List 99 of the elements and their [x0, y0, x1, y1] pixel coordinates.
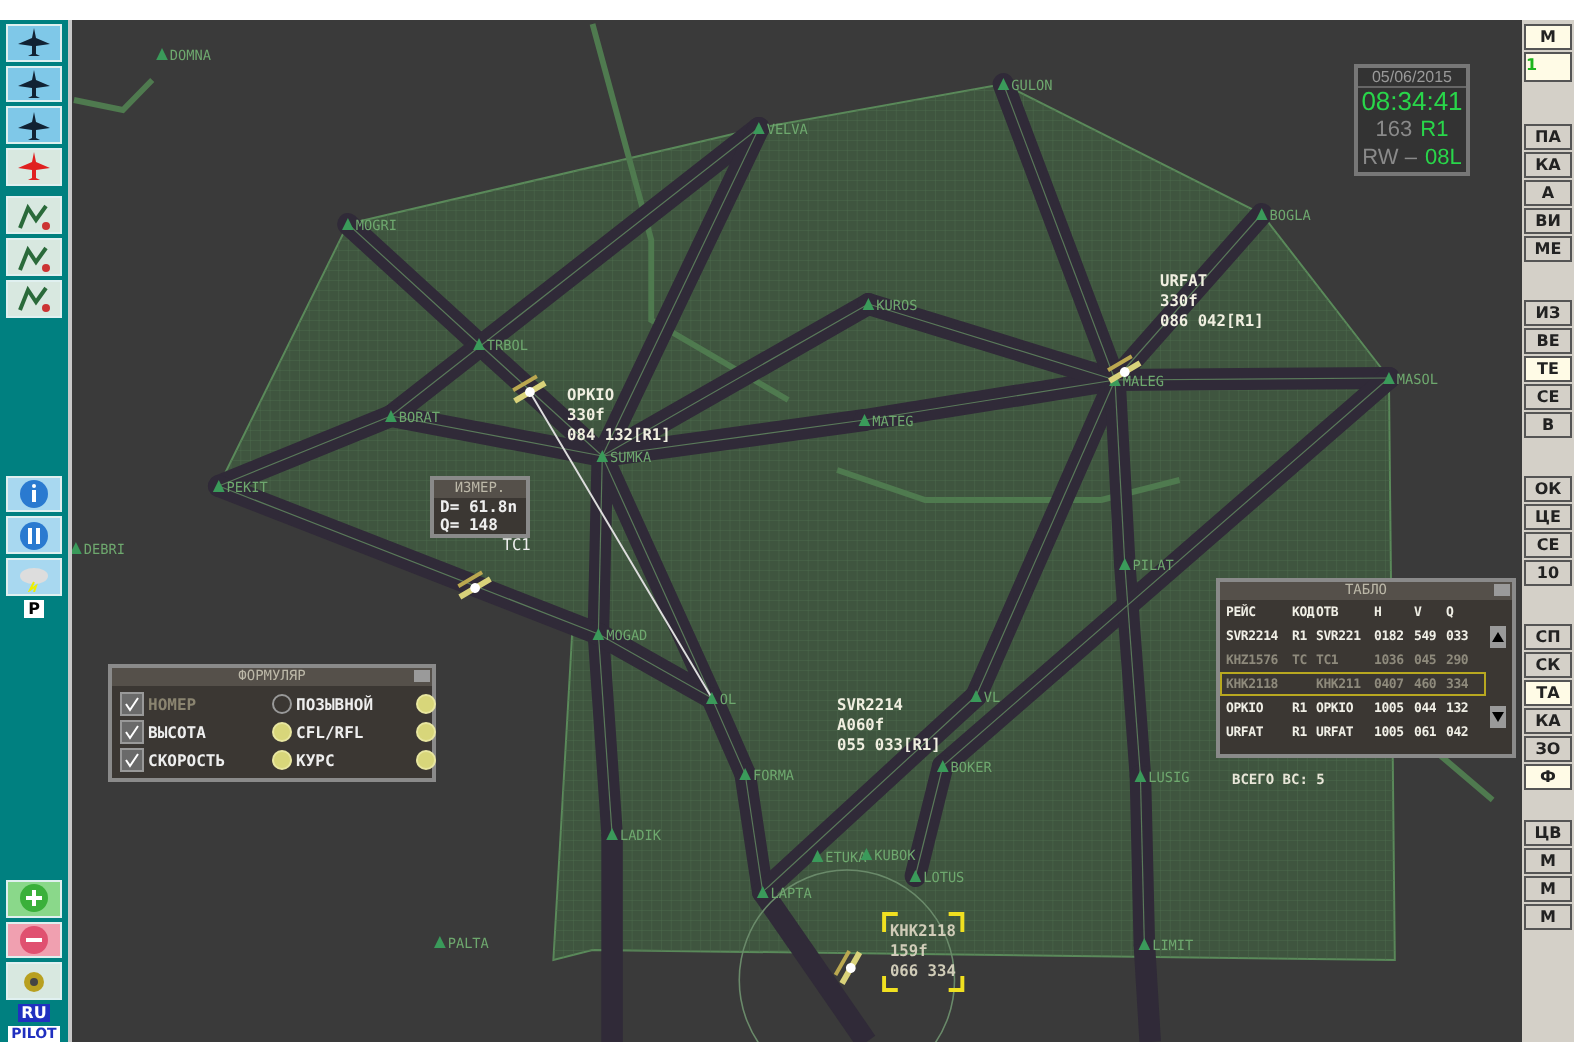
waypoint-icon: [434, 936, 446, 948]
chart-tool-icon[interactable]: [6, 279, 62, 318]
waypoint-icon: [752, 122, 765, 134]
date-text: 05/06/2015: [1358, 68, 1466, 88]
side-button[interactable]: СП: [1524, 624, 1572, 650]
waypoint-icon: [385, 410, 397, 422]
route-value: R1: [1420, 116, 1449, 144]
runway-value: 08L: [1424, 144, 1462, 172]
side-button[interactable]: СК: [1524, 652, 1572, 678]
flight-label[interactable]: 084 132[R1]: [567, 425, 671, 445]
waypoint-icon: [858, 414, 871, 426]
language-label[interactable]: RU: [17, 1003, 51, 1022]
checkbox[interactable]: [120, 748, 144, 772]
option-label: CFL/RFL: [296, 723, 366, 741]
flight-label[interactable]: 066 334: [889, 961, 956, 981]
side-button[interactable]: ВЕ: [1524, 328, 1572, 354]
zoom-out-icon[interactable]: [6, 921, 62, 959]
flight-label[interactable]: 086 042[R1]: [1160, 311, 1264, 331]
flight-label[interactable]: 055 033[R1]: [837, 735, 941, 755]
waypoint-icon: [156, 48, 168, 60]
waypoint-icon: [1383, 372, 1395, 384]
side-button[interactable]: ТА: [1524, 680, 1572, 706]
flight-label[interactable]: OPKIO: [567, 385, 615, 405]
distance-value: D= 61.8n: [440, 498, 520, 516]
flight-label[interactable]: A060f: [837, 715, 885, 735]
flight-label[interactable]: URFAT: [1160, 271, 1208, 291]
waypoint-icon: [936, 760, 949, 772]
side-button[interactable]: М: [1524, 848, 1572, 874]
level-value: 1: [1524, 52, 1572, 82]
runway-label: RW –: [1362, 144, 1417, 172]
side-button[interactable]: А: [1524, 180, 1572, 206]
side-button[interactable]: М: [1524, 24, 1572, 50]
side-button[interactable]: МЕ: [1524, 236, 1572, 262]
side-button[interactable]: 10: [1524, 560, 1572, 586]
side-button[interactable]: ЦЕ: [1524, 504, 1572, 530]
waypoint-icon: [1255, 208, 1268, 220]
waypoint-icon: [862, 298, 875, 310]
side-button[interactable]: КА: [1524, 152, 1572, 178]
aircraft-tool-icon[interactable]: [6, 106, 62, 145]
flight-label[interactable]: 330f: [567, 405, 605, 425]
waypoint-icon: [592, 628, 605, 640]
flight-label[interactable]: SVR2214: [837, 695, 904, 715]
waypoint-icon: [596, 450, 609, 462]
flight-label[interactable]: 159f: [889, 941, 928, 961]
side-button[interactable]: Ф: [1524, 764, 1572, 790]
aircraft-icon[interactable]: [512, 374, 547, 404]
side-button[interactable]: ЦВ: [1524, 820, 1572, 846]
option-label: ВЫСОТА: [148, 723, 208, 741]
option-label: КУРС: [296, 751, 337, 769]
option-label: СКОРОСТЬ: [148, 751, 228, 769]
aircraft-icon[interactable]: [833, 949, 863, 986]
side-button[interactable]: ВИ: [1524, 208, 1572, 234]
waypoint-icon: [909, 870, 922, 882]
track-label: TC1: [502, 535, 531, 555]
waypoint-icon: [997, 78, 1010, 90]
chart-tool-icon[interactable]: [6, 196, 62, 235]
waypoint-icon: [811, 850, 824, 862]
waypoint-icon: [1134, 770, 1147, 782]
side-button[interactable]: М: [1524, 904, 1572, 930]
clock-time: 08:34:41: [1361, 88, 1463, 116]
checkbox[interactable]: [120, 720, 144, 744]
side-button[interactable]: ЗО: [1524, 736, 1572, 762]
side-button[interactable]: ТЕ: [1524, 356, 1572, 382]
waypoint-icon: [212, 480, 225, 492]
side-button[interactable]: ИЗ: [1524, 300, 1572, 326]
waypoint-icon: [706, 692, 718, 704]
pause-icon[interactable]: [6, 516, 62, 555]
selection-bracket: [882, 912, 965, 992]
scroll-up-icon[interactable]: [1490, 626, 1506, 648]
weather-label: P: [24, 599, 44, 618]
aircraft-tool-icon[interactable]: [6, 24, 62, 62]
flight-label[interactable]: KHK2118: [889, 921, 956, 941]
side-button[interactable]: М: [1524, 876, 1572, 902]
side-button[interactable]: ПА: [1524, 124, 1572, 150]
waypoint-icon: [1118, 558, 1131, 570]
aircraft-tool-icon[interactable]: [6, 65, 62, 103]
waypoint-icon: [342, 218, 354, 230]
flight-label[interactable]: 330f: [1160, 291, 1198, 311]
side-button[interactable]: В: [1524, 412, 1572, 438]
zoom-in-icon[interactable]: [6, 879, 62, 918]
code-value: 163: [1375, 116, 1413, 144]
radar-map[interactable]: [72, 20, 1522, 1042]
scroll-down-icon[interactable]: [1490, 706, 1506, 728]
waypoint-icon: [739, 768, 751, 780]
side-button[interactable]: КА: [1524, 708, 1572, 734]
chart-tool-icon[interactable]: [6, 238, 62, 276]
option-label: НОМЕР: [148, 695, 199, 713]
waypoint-icon: [473, 338, 485, 350]
waypoint-icon: [756, 886, 769, 898]
option-label: ПОЗЫВНОЙ: [296, 695, 376, 713]
info-icon[interactable]: [6, 475, 62, 513]
side-button[interactable]: СЕ: [1524, 532, 1572, 558]
bearing-value: Q= 148: [440, 516, 500, 534]
side-button[interactable]: СЕ: [1524, 384, 1572, 410]
side-button[interactable]: ОК: [1524, 476, 1572, 502]
waypoint-icon: [1138, 938, 1151, 950]
aircraft-icon[interactable]: [457, 570, 492, 600]
waypoint-icon: [606, 828, 618, 840]
waypoint-icon: [970, 690, 982, 702]
